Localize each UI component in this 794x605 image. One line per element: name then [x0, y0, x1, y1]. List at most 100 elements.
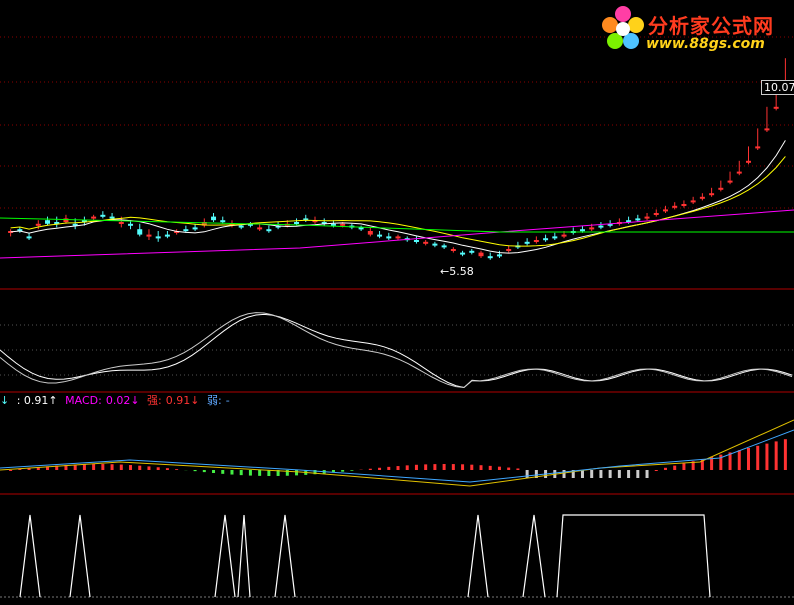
macd-bar [175, 469, 179, 470]
macd-bar [627, 470, 631, 478]
candle-body [395, 236, 401, 239]
macd-bar [387, 466, 391, 470]
watermark: 分析家公式网 www.88gs.com [600, 4, 790, 56]
signal-pulse [69, 514, 91, 598]
candle-body [506, 249, 512, 251]
macd-bar [101, 464, 105, 470]
macd-bar [110, 464, 114, 470]
macd-bar [368, 468, 372, 470]
price-high-label: 10.07 [761, 80, 794, 95]
candle-body [718, 187, 724, 190]
signal-pulse [214, 514, 236, 598]
macd-bar [461, 464, 465, 470]
macd-bar [202, 470, 206, 473]
macd-bar [673, 465, 677, 470]
candle-body [635, 218, 641, 221]
macd-bar [756, 445, 760, 470]
macd-bar [746, 448, 750, 470]
ma-line-magenta [0, 209, 794, 259]
candle-body [727, 180, 733, 183]
macd-bar [295, 470, 299, 476]
candle-body [367, 231, 373, 235]
candle-body [450, 249, 456, 251]
flower-logo-icon [602, 6, 644, 49]
macd-bar [783, 439, 787, 470]
signal-pulse [19, 514, 41, 598]
candle-body [764, 128, 770, 131]
candle-body [478, 252, 484, 257]
candle-body [653, 213, 659, 215]
candle-body [441, 245, 447, 248]
macd-bar [451, 464, 455, 470]
macd-bar [525, 470, 529, 478]
macd-bar [737, 450, 741, 470]
candle-body [100, 214, 106, 217]
macd-bar [156, 467, 160, 470]
macd-bar [92, 464, 96, 470]
macd-bar [442, 464, 446, 470]
macd-bar [470, 464, 474, 470]
macd-bar [165, 468, 169, 470]
candle-body [413, 240, 419, 242]
macd-bar [193, 470, 197, 472]
macd-bar [119, 464, 123, 470]
macd-bar [212, 470, 216, 474]
macd-bar [433, 464, 437, 470]
strong-label: 强: [147, 394, 162, 407]
macd-bar [147, 466, 151, 470]
candle-body [644, 216, 650, 219]
candle-body [755, 146, 761, 149]
macd-bar [497, 466, 501, 470]
indicator-bar: ↓ : 0.91↑ MACD: 0.02↓ 强: 0.91↓ 弱: - [0, 392, 234, 408]
chart-canvas [0, 36, 794, 598]
macd-bar [239, 470, 243, 476]
candle-body [118, 222, 124, 224]
candle-body [91, 216, 97, 219]
macd-value: 0.02↓ [105, 394, 140, 407]
signal-pulse [467, 514, 489, 598]
macd-bar [488, 465, 492, 470]
signal-pulse [274, 514, 296, 598]
macd-bar [221, 470, 225, 474]
macd-bar [414, 464, 418, 470]
signal-pulse [556, 514, 711, 598]
candle-body [589, 227, 595, 230]
macd-bar [590, 470, 594, 478]
weak-value: - [225, 394, 230, 407]
candle-body [211, 216, 217, 221]
candle-body [469, 250, 475, 253]
candle-body [460, 252, 466, 255]
indicator-value-1: : 0.91↑ [16, 394, 58, 407]
candle-body [672, 205, 678, 208]
watermark-url: www.88gs.com [646, 36, 765, 52]
candle-body [266, 229, 272, 232]
macd-bar [267, 470, 271, 476]
stock-chart-window: 分析家公式网 www.88gs.com 10.07 ←5.58 ↓ : 0.91… [0, 0, 794, 605]
macd-bar [516, 468, 520, 470]
ma-line-yellow [10, 156, 786, 247]
candle-body [423, 241, 429, 244]
candle-body [552, 236, 558, 239]
candle-body [386, 236, 392, 239]
macd-bar [138, 465, 142, 470]
macd-bar [258, 470, 262, 476]
candle-body [146, 234, 152, 237]
macd-bar [617, 470, 621, 478]
signal-pulse [522, 514, 546, 598]
macd-bar [248, 470, 252, 476]
macd-dif-line [0, 429, 794, 483]
macd-bar [378, 467, 382, 470]
price-low-label: ←5.58 [440, 265, 474, 278]
macd-bar [341, 470, 345, 472]
candle-body [561, 234, 567, 237]
indicator-arrow: ↓ [0, 394, 10, 407]
candle-body [164, 234, 170, 237]
macd-bar [507, 467, 511, 470]
candle-body [340, 223, 346, 226]
candle-body [35, 223, 41, 226]
candle-body [496, 254, 502, 257]
candle-body [63, 218, 69, 222]
candle-body [238, 225, 244, 228]
candle-body [662, 209, 668, 212]
macd-bar [230, 470, 234, 475]
